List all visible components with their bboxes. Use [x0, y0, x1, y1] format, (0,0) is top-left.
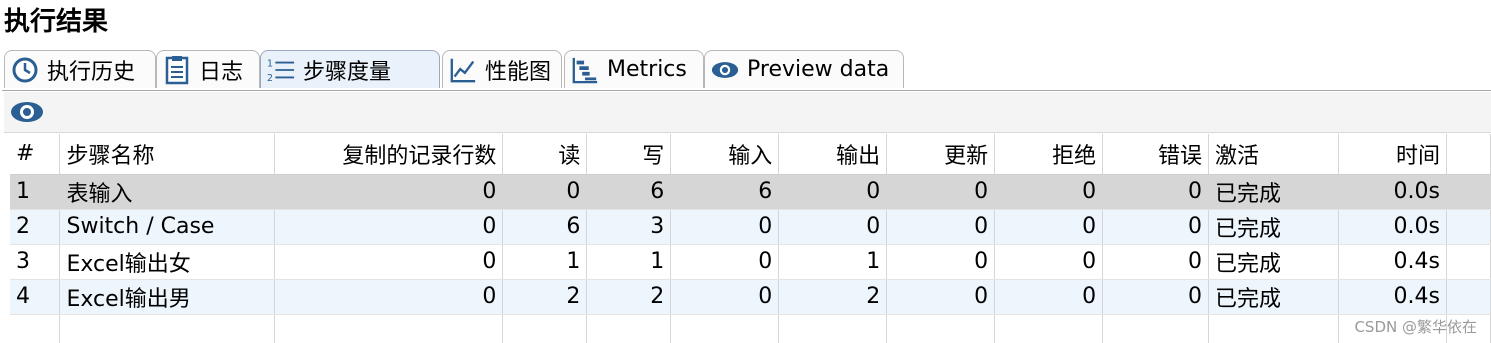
step-metrics-table: # 步骤名称 复制的记录行数 读 写 输入 输出 更新 拒绝 错误 激活 时间 …: [10, 134, 1491, 343]
cell-errors: 0: [1102, 174, 1210, 210]
toolbar: [4, 92, 1491, 133]
log-document-icon: [163, 55, 191, 85]
cell-written: 3: [586, 209, 672, 245]
cell-time: 0.4s: [1338, 244, 1447, 280]
cell-rejected: 0: [994, 279, 1104, 315]
table-header-row: # 步骤名称 复制的记录行数 读 写 输入 输出 更新 拒绝 错误 激活 时间: [10, 134, 1491, 175]
cell-active-status: 已完成: [1208, 209, 1339, 245]
cell-output: 2: [778, 279, 888, 315]
watermark: CSDN @繁华依在: [1354, 318, 1477, 336]
tab-label: 日志: [199, 59, 244, 85]
cell-written: 1: [586, 244, 672, 280]
tab-step-metrics[interactable]: 12 步骤度量: [260, 50, 440, 88]
cell-rejected: 0: [994, 244, 1104, 280]
cell-written: 2: [586, 279, 672, 315]
cell-input: 6: [670, 174, 780, 210]
metrics-bars-icon: [571, 55, 599, 85]
eye-icon: [711, 55, 739, 85]
cell-output: 0: [778, 209, 888, 245]
tab-label: Preview data: [747, 57, 890, 82]
column-header[interactable]: 步骤名称: [59, 134, 276, 175]
tab-execution-history[interactable]: 执行历史: [4, 50, 156, 88]
cell-read: 1: [502, 244, 588, 280]
tab-label: Metrics: [607, 57, 687, 82]
cell-errors: 0: [1102, 279, 1210, 315]
cell-time: 0.0s: [1338, 174, 1447, 210]
cell-time: 0.0s: [1338, 209, 1447, 245]
column-header-filler: [1446, 134, 1491, 175]
tab-label: 执行历史: [47, 59, 136, 85]
table-row-empty: [10, 314, 1491, 343]
cell-time: 0.4s: [1338, 279, 1447, 315]
cell-step-name: Switch / Case: [59, 209, 276, 245]
cell-copied-rows: 0: [274, 209, 504, 245]
tab-metrics[interactable]: Metrics: [564, 50, 704, 88]
cell-written: 6: [586, 174, 672, 210]
svg-text:2: 2: [267, 73, 273, 84]
cell-active-status: 已完成: [1208, 279, 1339, 315]
column-header[interactable]: 输入: [670, 134, 780, 175]
cell-index: 4: [10, 279, 61, 315]
column-header[interactable]: 激活: [1208, 134, 1339, 175]
cell-rejected: 0: [994, 174, 1104, 210]
cell-step-name: Excel输出女: [59, 244, 276, 280]
table-row[interactable]: 3 Excel输出女 0 1 1 0 1 0 0 0 已完成 0.4s: [10, 244, 1491, 280]
cell-copied-rows: 0: [274, 244, 504, 280]
cell-filler: [1446, 244, 1491, 280]
cell-errors: 0: [1102, 209, 1210, 245]
cell-updated: 0: [886, 279, 996, 315]
cell-active-status: 已完成: [1208, 244, 1339, 280]
cell-updated: 0: [886, 244, 996, 280]
table-row[interactable]: 2 Switch / Case 0 6 3 0 0 0 0 0 已完成 0.0s: [10, 209, 1491, 245]
tab-label: 步骤度量: [303, 59, 392, 85]
column-header[interactable]: 拒绝: [994, 134, 1104, 175]
cell-filler: [1446, 279, 1491, 315]
cell-filler: [1446, 209, 1491, 245]
tab-label: 性能图: [485, 59, 552, 85]
numbered-list-icon: 12: [267, 55, 295, 85]
tab-log[interactable]: 日志: [156, 50, 260, 88]
table-row[interactable]: 1 表输入 0 0 6 6 0 0 0 0 已完成 0.0s: [10, 174, 1491, 210]
cell-index: 1: [10, 174, 61, 210]
column-header[interactable]: 时间: [1338, 134, 1447, 175]
cell-read: 6: [502, 209, 588, 245]
tab-preview-data[interactable]: Preview data: [704, 50, 904, 88]
column-header[interactable]: 复制的记录行数: [274, 134, 504, 175]
performance-chart-icon: [449, 55, 477, 85]
tab-bar: 执行历史 日志 12 步骤度量 性能图 Metrics Preview data: [2, 48, 1491, 91]
tab-performance-chart[interactable]: 性能图: [442, 50, 562, 88]
cell-index: 2: [10, 209, 61, 245]
cell-read: 2: [502, 279, 588, 315]
column-header[interactable]: 更新: [886, 134, 996, 175]
column-header[interactable]: 写: [586, 134, 672, 175]
cell-filler: [1446, 174, 1491, 210]
cell-updated: 0: [886, 209, 996, 245]
cell-output: 1: [778, 244, 888, 280]
cell-read: 0: [502, 174, 588, 210]
column-header[interactable]: 错误: [1102, 134, 1210, 175]
cell-copied-rows: 0: [274, 279, 504, 315]
cell-active-status: 已完成: [1208, 174, 1339, 210]
cell-rejected: 0: [994, 209, 1104, 245]
column-header[interactable]: 输出: [778, 134, 888, 175]
cell-output: 0: [778, 174, 888, 210]
cell-step-name: 表输入: [59, 174, 276, 210]
cell-input: 0: [670, 279, 780, 315]
cell-updated: 0: [886, 174, 996, 210]
eye-icon[interactable]: [10, 98, 44, 126]
clock-icon: [11, 55, 39, 85]
table-row[interactable]: 4 Excel输出男 0 2 2 0 2 0 0 0 已完成 0.4s: [10, 279, 1491, 315]
cell-errors: 0: [1102, 244, 1210, 280]
cell-input: 0: [670, 244, 780, 280]
column-header[interactable]: #: [10, 134, 61, 175]
cell-copied-rows: 0: [274, 174, 504, 210]
cell-step-name: Excel输出男: [59, 279, 276, 315]
svg-text:1: 1: [267, 58, 273, 69]
cell-index: 3: [10, 244, 61, 280]
cell-input: 0: [670, 209, 780, 245]
panel-title: 执行结果: [4, 7, 109, 37]
column-header[interactable]: 读: [502, 134, 588, 175]
